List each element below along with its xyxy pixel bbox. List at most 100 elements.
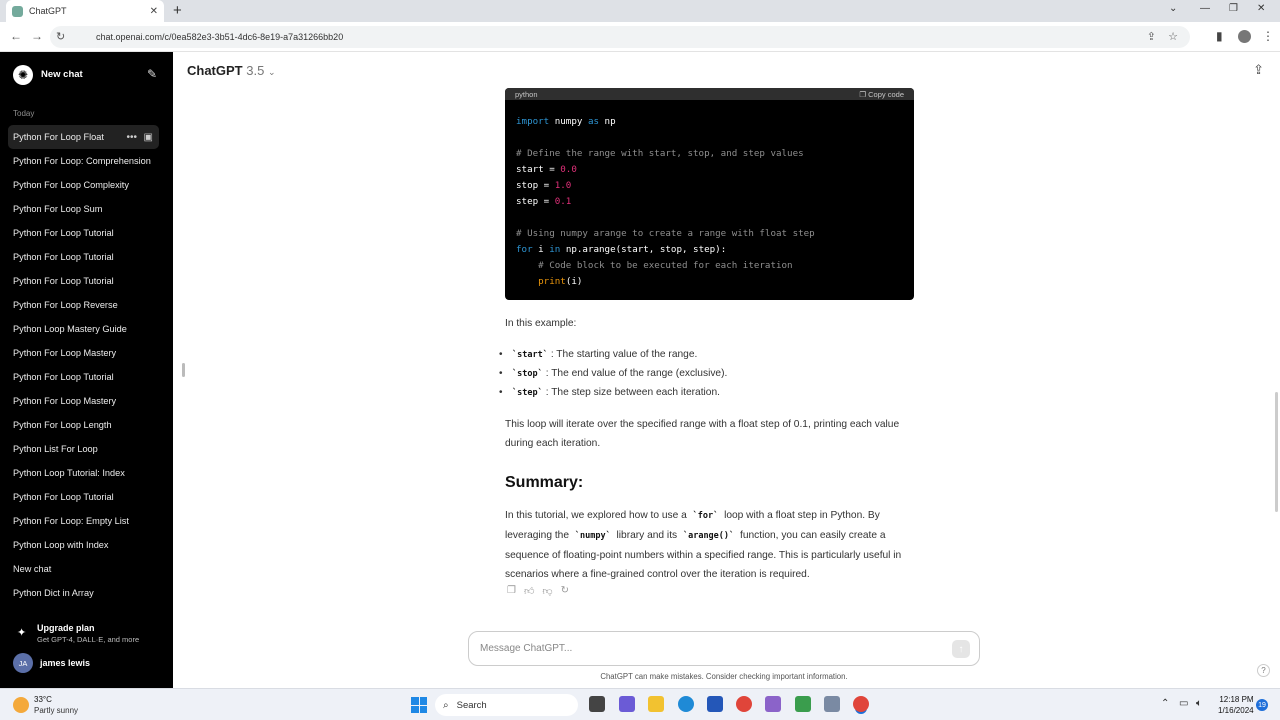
tab-search-chevron-icon[interactable]: ⌄ xyxy=(1169,3,1177,14)
date: 1/16/2024 xyxy=(1218,706,1254,715)
browser-tab-bar: ChatGPT ✕ + ⌄ — ❐ ✕ xyxy=(0,0,1280,22)
minimize-icon[interactable]: — xyxy=(1200,3,1210,14)
app-icon-3[interactable] xyxy=(824,696,840,712)
volume-icon[interactable]: 🔈︎ xyxy=(1196,698,1202,709)
app-icon[interactable] xyxy=(765,696,781,712)
chat-app-icon[interactable] xyxy=(619,696,635,712)
chat-item-label: New chat xyxy=(13,564,52,574)
network-icon[interactable]: ▭ xyxy=(1179,698,1188,709)
profile-icon[interactable] xyxy=(1238,30,1251,43)
chat-item-label: Python For Loop Reverse xyxy=(13,300,118,310)
upgrade-title: Upgrade plan xyxy=(37,623,95,633)
chat-item-label: Python For Loop: Comprehension xyxy=(13,156,151,166)
chat-history-list: Python For Loop Float ••• ▣ Python For Loop… xyxy=(8,125,159,605)
new-chat-button[interactable]: ✺ New chat ✎ xyxy=(8,62,165,87)
chevron-down-icon: ⌄ xyxy=(267,67,276,77)
temperature: 33°C xyxy=(34,695,52,704)
archive-icon[interactable]: ▣ xyxy=(144,132,153,143)
sidebar-chat-item[interactable]: Python For Loop Float ••• ▣ xyxy=(8,125,159,149)
code-block: python ❐ Copy code import numpy as np # … xyxy=(505,88,914,300)
app-icon-2[interactable] xyxy=(795,696,811,712)
chat-item-label: Python Loop Mastery Guide xyxy=(13,324,127,334)
sidebar: ✺ New chat ✎ Today Python For Loop Float… xyxy=(0,52,173,688)
chrome-active-icon[interactable] xyxy=(853,696,869,712)
share-chat-icon[interactable]: ⇪ xyxy=(1253,62,1264,78)
sidebar-chat-item[interactable]: Python For Loop Tutorial xyxy=(8,245,159,269)
sidebar-chat-item[interactable]: Python Loop Mastery Guide xyxy=(8,317,159,341)
thumbs-down-icon[interactable]: 👎︎ xyxy=(542,585,552,597)
bookmark-star-icon[interactable]: ☆ xyxy=(1168,30,1178,43)
file-explorer-icon[interactable] xyxy=(648,696,664,712)
chat-item-label: Python Loop Tutorial: Index xyxy=(13,468,125,478)
message-actions: ❐ 👍︎ 👎︎ ↻ xyxy=(507,585,569,597)
reload-icon[interactable]: ↻ xyxy=(56,30,65,43)
sidebar-chat-item[interactable]: Python For Loop Tutorial xyxy=(8,365,159,389)
regenerate-icon[interactable]: ↻ xyxy=(561,585,569,597)
start-button[interactable] xyxy=(411,697,427,713)
taskbar-search[interactable]: ⌕ Search xyxy=(435,694,578,716)
chevron-up-icon[interactable]: ⌃ xyxy=(1161,698,1169,709)
store-icon[interactable] xyxy=(707,696,723,712)
copy-code-button[interactable]: ❐ Copy code xyxy=(859,90,904,99)
back-icon[interactable]: ← xyxy=(10,29,22,43)
search-icon: ⌕ xyxy=(443,699,449,711)
browser-menu-icon[interactable]: ⋮ xyxy=(1262,29,1274,43)
browser-tab[interactable]: ChatGPT ✕ xyxy=(6,0,164,22)
message-input[interactable]: Message ChatGPT... ↑ xyxy=(468,631,980,666)
summary-heading: Summary: xyxy=(505,474,584,491)
share-page-icon[interactable]: ⇪ xyxy=(1147,30,1156,43)
sidebar-chat-item[interactable]: Python For Loop Tutorial xyxy=(8,269,159,293)
more-options-icon[interactable]: ••• xyxy=(126,132,137,143)
upgrade-subtitle: Get GPT-4, DALL·E, and more xyxy=(37,635,140,644)
chatgpt-favicon-icon xyxy=(12,5,23,17)
sidebar-collapse-handle[interactable] xyxy=(182,363,185,377)
edge-icon[interactable] xyxy=(678,696,694,712)
edit-icon[interactable]: ✎ xyxy=(147,67,157,81)
sidebar-chat-item[interactable]: Python For Loop: Comprehension xyxy=(8,149,159,173)
task-view-icon[interactable] xyxy=(589,696,605,712)
chat-item-label: Python For Loop Tutorial xyxy=(13,372,114,382)
sidebar-chat-item[interactable]: Python For Loop Length xyxy=(8,413,159,437)
forward-icon[interactable]: → xyxy=(31,29,43,43)
new-tab-icon[interactable]: + xyxy=(173,2,182,19)
sidebar-chat-item[interactable]: Python For Loop Mastery xyxy=(8,389,159,413)
url-field[interactable]: ↻ chat.openai.com/c/0ea582e3-3b51-4dc6-8… xyxy=(50,26,1190,48)
list-item: • `start`: The starting value of the rang… xyxy=(499,349,698,360)
close-window-icon[interactable]: ✕ xyxy=(1257,3,1265,14)
model-selector[interactable]: ChatGPT 3.5 ⌄ xyxy=(187,63,276,78)
side-panel-icon[interactable]: ▮ xyxy=(1216,29,1223,43)
upgrade-plan-button[interactable]: ✦ Upgrade plan Get GPT-4, DALL·E, and mo… xyxy=(13,621,163,647)
sidebar-chat-item[interactable]: Python Loop Tutorial: Index xyxy=(8,461,159,485)
help-icon[interactable]: ? xyxy=(1257,664,1270,677)
list-item: • `step`: The step size between each iter… xyxy=(499,387,720,398)
sidebar-chat-item[interactable]: Python Dict in Array xyxy=(8,581,159,605)
taskbar-search-label: Search xyxy=(456,699,487,711)
thumbs-up-icon[interactable]: 👍︎ xyxy=(524,585,534,597)
url-text: chat.openai.com/c/0ea582e3-3b51-4dc6-8e1… xyxy=(96,32,344,42)
sidebar-chat-item[interactable]: Python For Loop Reverse xyxy=(8,293,159,317)
sidebar-chat-item[interactable]: Python For Loop Sum xyxy=(8,197,159,221)
user-menu[interactable]: JA james lewis xyxy=(13,653,90,673)
clock[interactable]: 12:18 PM 1/16/2024 xyxy=(1218,694,1254,716)
sidebar-chat-item[interactable]: Python For Loop Complexity xyxy=(8,173,159,197)
maximize-icon[interactable]: ❐ xyxy=(1229,3,1238,14)
chat-item-label: Python For Loop Mastery xyxy=(13,348,117,358)
user-name: james lewis xyxy=(40,658,91,668)
weather-sun-icon[interactable] xyxy=(13,697,29,713)
chrome-icon[interactable] xyxy=(736,696,752,712)
sidebar-chat-item[interactable]: Python List For Loop xyxy=(8,437,159,461)
sidebar-chat-item[interactable]: Python For Loop Tutorial xyxy=(8,485,159,509)
list-item: • `stop`: The end value of the range (exc… xyxy=(499,368,728,379)
sidebar-chat-item[interactable]: New chat xyxy=(8,557,159,581)
sidebar-chat-item[interactable]: Python Loop with Index xyxy=(8,533,159,557)
copy-code-label: Copy code xyxy=(868,89,904,99)
copy-icon[interactable]: ❐ xyxy=(507,585,516,597)
sidebar-chat-item[interactable]: Python For Loop Tutorial xyxy=(8,221,159,245)
sidebar-chat-item[interactable]: Python For Loop: Empty List xyxy=(8,509,159,533)
scrollbar[interactable] xyxy=(1275,392,1278,512)
send-button[interactable]: ↑ xyxy=(952,640,970,658)
close-tab-icon[interactable]: ✕ xyxy=(150,6,158,17)
sidebar-chat-item[interactable]: Python For Loop Mastery xyxy=(8,341,159,365)
chat-item-label: Python For Loop: Empty List xyxy=(13,516,129,526)
notification-badge[interactable]: 19 xyxy=(1256,699,1268,711)
